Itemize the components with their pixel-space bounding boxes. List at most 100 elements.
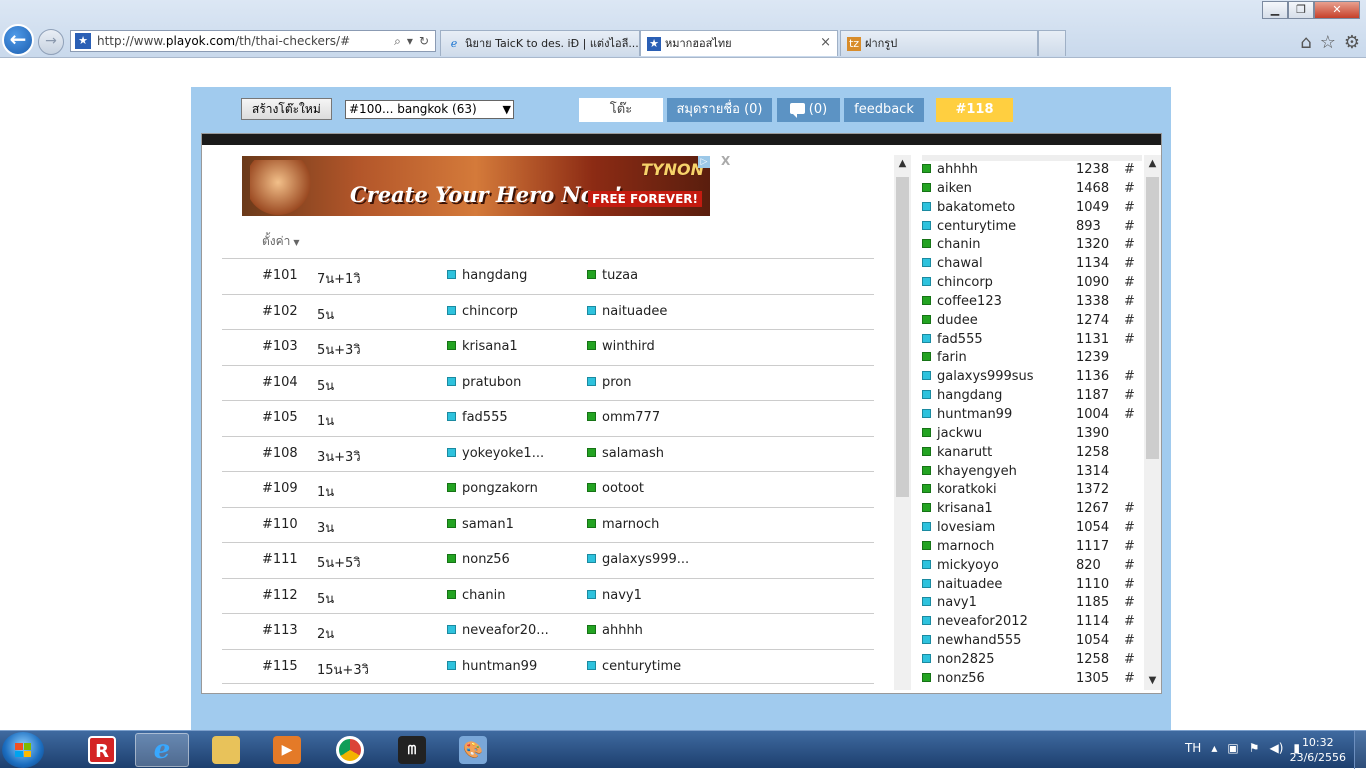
player-two[interactable]: naituadee bbox=[587, 304, 667, 319]
player-list-item[interactable]: lovesiam1054# bbox=[922, 519, 1142, 538]
player-name[interactable]: neveafor2012 bbox=[937, 614, 1028, 629]
maximize-button[interactable]: ❐ bbox=[1288, 1, 1314, 19]
player-table-link[interactable]: # bbox=[1124, 558, 1135, 573]
player-name[interactable]: coffee123 bbox=[937, 294, 1002, 309]
player-name[interactable]: koratkoki bbox=[937, 482, 997, 497]
taskbar-app-line[interactable]: ᗰ bbox=[385, 733, 439, 767]
player-one[interactable]: nonz56 bbox=[447, 552, 510, 567]
table-row[interactable]: #1103นsaman1marnoch bbox=[222, 507, 874, 543]
player-two[interactable]: ootoot bbox=[587, 481, 644, 496]
player-name[interactable]: nonz56 bbox=[937, 671, 985, 686]
player-name[interactable]: aiken bbox=[937, 181, 972, 196]
player-table-link[interactable]: # bbox=[1124, 501, 1135, 516]
tables-scrollbar[interactable]: ▲ bbox=[894, 155, 911, 690]
tab-directory[interactable]: สมุดรายชื่อ (0) bbox=[667, 98, 772, 122]
players-scrollbar[interactable]: ▲ ▼ bbox=[1144, 155, 1161, 690]
player-one[interactable]: krisana1 bbox=[447, 339, 518, 354]
taskbar-app-r[interactable]: R bbox=[75, 733, 129, 767]
tab-feedback[interactable]: feedback bbox=[844, 98, 924, 122]
player-list-item[interactable]: jackwu1390 bbox=[922, 425, 1142, 444]
player-list-item[interactable]: mickyoyo820# bbox=[922, 557, 1142, 576]
tab-thai-checkers[interactable]: ★ หมากฮอสไทย × bbox=[640, 30, 838, 56]
table-id[interactable]: #110 bbox=[262, 517, 298, 532]
player-list-item[interactable]: centurytime893# bbox=[922, 218, 1142, 237]
home-icon[interactable]: ⌂ bbox=[1300, 32, 1311, 53]
scroll-thumb[interactable] bbox=[896, 177, 909, 497]
player-name[interactable]: non2825 bbox=[937, 652, 995, 667]
tab-tables[interactable]: โต๊ะ bbox=[579, 98, 663, 122]
player-two[interactable]: marnoch bbox=[587, 517, 659, 532]
player-name[interactable]: naituadee bbox=[937, 577, 1002, 592]
player-list-item[interactable]: krisana11267# bbox=[922, 500, 1142, 519]
player-name[interactable]: khayengyeh bbox=[937, 464, 1017, 479]
table-id[interactable]: #113 bbox=[262, 623, 298, 638]
taskbar-app-paint[interactable]: 🎨 bbox=[446, 733, 500, 767]
player-name[interactable]: krisana1 bbox=[937, 501, 993, 516]
player-list-item[interactable]: farin1239 bbox=[922, 349, 1142, 368]
player-name[interactable]: chincorp bbox=[937, 275, 993, 290]
table-id[interactable]: #102 bbox=[262, 304, 298, 319]
tab-novel[interactable]: ℯ นิยาย TaicK to des. iĐ | แต่งไอลี... bbox=[440, 30, 640, 56]
player-list-item[interactable]: nonz561305# bbox=[922, 670, 1142, 689]
player-name[interactable]: galaxys999sus bbox=[937, 369, 1034, 384]
search-icon[interactable]: ⌕ bbox=[394, 34, 401, 49]
player-list-item[interactable]: navy11185# bbox=[922, 594, 1142, 613]
player-list-item[interactable]: kanarutt1258 bbox=[922, 444, 1142, 463]
player-two[interactable]: pron bbox=[587, 375, 632, 390]
player-table-link[interactable]: # bbox=[1124, 332, 1135, 347]
taskbar-app-chrome[interactable] bbox=[323, 733, 377, 767]
clock[interactable]: 10:32 23/6/2556 bbox=[1290, 735, 1346, 765]
player-table-link[interactable]: # bbox=[1124, 539, 1135, 554]
player-one[interactable]: neveafor20... bbox=[447, 623, 549, 638]
player-two[interactable]: navy1 bbox=[587, 588, 642, 603]
player-list-item[interactable]: coffee1231338# bbox=[922, 293, 1142, 312]
player-list-item[interactable]: huntman991004# bbox=[922, 406, 1142, 425]
player-name[interactable]: chawal bbox=[937, 256, 983, 271]
tab-chat[interactable]: (0) bbox=[777, 98, 840, 122]
player-list-item[interactable]: khayengyeh1314 bbox=[922, 463, 1142, 482]
room-number-badge[interactable]: #118 bbox=[936, 98, 1013, 122]
player-table-link[interactable]: # bbox=[1124, 520, 1135, 535]
player-one[interactable]: huntman99 bbox=[447, 659, 537, 674]
player-name[interactable]: farin bbox=[937, 350, 967, 365]
table-row[interactable]: #1125นchaninnavy1 bbox=[222, 578, 874, 614]
table-row[interactable]: #1035น+3วิkrisana1winthird bbox=[222, 329, 874, 365]
close-tab-icon[interactable]: × bbox=[820, 31, 831, 55]
close-window-button[interactable]: ✕ bbox=[1314, 1, 1360, 19]
player-one[interactable]: fad555 bbox=[447, 410, 508, 425]
scroll-thumb[interactable] bbox=[1146, 177, 1159, 459]
player-list-item[interactable]: naituadee1110# bbox=[922, 576, 1142, 595]
player-name[interactable]: newhand555 bbox=[937, 633, 1021, 648]
ad-info-icon[interactable]: ▷ bbox=[698, 156, 710, 168]
table-id[interactable]: #103 bbox=[262, 339, 298, 354]
player-table-link[interactable]: # bbox=[1124, 671, 1135, 686]
player-list-item[interactable]: newhand5551054# bbox=[922, 632, 1142, 651]
player-list-item[interactable]: bakatometo1049# bbox=[922, 199, 1142, 218]
player-one[interactable]: hangdang bbox=[447, 268, 527, 283]
player-name[interactable]: lovesiam bbox=[937, 520, 995, 535]
settings-menu[interactable]: ตั้งค่า▼ bbox=[262, 232, 300, 251]
player-name[interactable]: chanin bbox=[937, 237, 980, 252]
volume-icon[interactable]: ◀) bbox=[1269, 741, 1283, 755]
player-name[interactable]: ahhhh bbox=[937, 162, 978, 177]
player-name[interactable]: hangdang bbox=[937, 388, 1002, 403]
back-button[interactable]: ← bbox=[2, 24, 34, 56]
player-table-link[interactable]: # bbox=[1124, 407, 1135, 422]
table-row[interactable]: #1017น+1วิhangdangtuzaa bbox=[222, 258, 874, 294]
player-table-link[interactable]: # bbox=[1124, 294, 1135, 309]
player-table-link[interactable]: # bbox=[1124, 577, 1135, 592]
player-two[interactable]: tuzaa bbox=[587, 268, 638, 283]
scroll-up-icon[interactable]: ▲ bbox=[1144, 155, 1161, 173]
player-table-link[interactable]: # bbox=[1124, 275, 1135, 290]
player-table-link[interactable]: # bbox=[1124, 219, 1135, 234]
tab-upload-image[interactable]: tz ฝากรูป bbox=[840, 30, 1038, 56]
table-id[interactable]: #104 bbox=[262, 375, 298, 390]
player-table-link[interactable]: # bbox=[1124, 162, 1135, 177]
device-icon[interactable]: ▣ bbox=[1227, 741, 1238, 755]
player-list-item[interactable]: chanin1320# bbox=[922, 236, 1142, 255]
player-table-link[interactable]: # bbox=[1124, 200, 1135, 215]
player-one[interactable]: pratubon bbox=[447, 375, 521, 390]
table-row[interactable]: #1091นpongzakornootoot bbox=[222, 471, 874, 507]
player-list-item[interactable]: hangdang1187# bbox=[922, 387, 1142, 406]
player-name[interactable]: bakatometo bbox=[937, 200, 1015, 215]
